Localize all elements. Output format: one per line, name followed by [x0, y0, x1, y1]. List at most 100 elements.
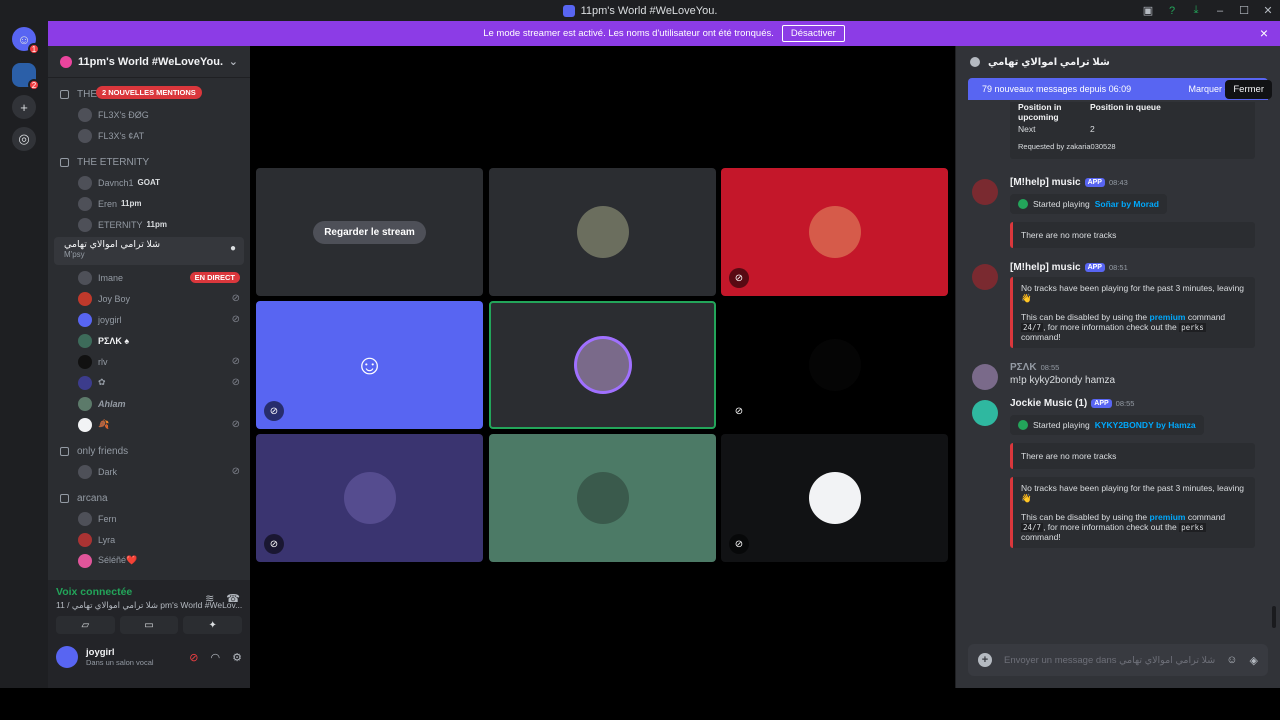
- playing-embed: Started playing Soñar by Morad: [1010, 194, 1167, 214]
- embed-text: command: [1187, 312, 1226, 322]
- embed-card: No tracks have been playing for the past…: [1010, 277, 1255, 348]
- gamepad-icon[interactable]: ◈: [1250, 654, 1258, 667]
- code-inline: 24/7: [1021, 523, 1044, 532]
- list-item[interactable]: PΣΛK ♠: [48, 330, 250, 351]
- list-item[interactable]: joygirl ⊘: [48, 309, 250, 330]
- track-link[interactable]: KYKY2BONDY by Hamza: [1095, 420, 1196, 430]
- voice-channel-sub: M'psy: [64, 250, 85, 259]
- list-item[interactable]: Dark ⊘: [48, 461, 250, 482]
- mute-icon: ⊘: [729, 534, 749, 554]
- home-button[interactable]: ☺ 1: [12, 27, 40, 55]
- list-item[interactable]: Séléñé❤️: [48, 550, 250, 571]
- avatar[interactable]: [972, 364, 998, 390]
- disconnect-icon[interactable]: ☎: [226, 592, 240, 605]
- close-icon[interactable]: ×: [1260, 25, 1268, 41]
- chat-icon[interactable]: ●: [230, 243, 236, 254]
- gear-icon[interactable]: ⚙: [232, 651, 242, 664]
- list-item[interactable]: Eren 11pm: [48, 193, 250, 214]
- list-item[interactable]: Joy Boy ⊘: [48, 288, 250, 309]
- composer-placeholder[interactable]: Envoyer un message dans شلا ترامي اموالا…: [1004, 655, 1215, 666]
- mute-icon: ⊘: [231, 356, 240, 367]
- disable-button[interactable]: Désactiver: [781, 25, 845, 42]
- maximize-button[interactable]: ☐: [1232, 4, 1256, 17]
- premium-link[interactable]: premium: [1150, 512, 1186, 522]
- close-window-button[interactable]: ✕: [1256, 4, 1280, 17]
- help-icon[interactable]: ?: [1160, 5, 1184, 17]
- scrollbar[interactable]: [1272, 606, 1276, 628]
- camera-button[interactable]: ▱: [56, 616, 115, 634]
- avatar[interactable]: [56, 646, 78, 668]
- add-attachment-icon[interactable]: +: [978, 653, 992, 667]
- minimize-button[interactable]: –: [1208, 5, 1232, 17]
- participant-tile-speaking[interactable]: [489, 301, 716, 429]
- lock-icon: [60, 157, 69, 167]
- server-button[interactable]: 2: [12, 63, 40, 91]
- list-item[interactable]: Davnch1 GOAT: [48, 172, 250, 193]
- participant-tile[interactable]: ⊘: [721, 168, 948, 296]
- list-item[interactable]: Ahlam: [48, 393, 250, 414]
- screen-share-button[interactable]: ▭: [119, 616, 179, 634]
- mentions-badge[interactable]: 2 NOUVELLES MENTIONS: [96, 86, 202, 99]
- participant-tile[interactable]: [489, 168, 716, 296]
- banner-text: Le mode streamer est activé. Les noms d'…: [483, 28, 774, 39]
- embed-text: There are no more tracks: [1021, 451, 1117, 461]
- message-text: m!p kyky2bondy hamza: [1010, 375, 1116, 386]
- user-name: PΣΛK ♠: [98, 335, 130, 346]
- participant-tile[interactable]: ☺ ⊘: [256, 301, 483, 429]
- add-server-icon[interactable]: +: [12, 95, 36, 119]
- server-badge: 2: [28, 79, 40, 91]
- guild-header[interactable]: 11pm's World #WeLoveYou. ⌄: [48, 46, 250, 78]
- watch-stream-button[interactable]: Regarder le stream: [313, 220, 426, 244]
- author-name[interactable]: Jockie Music (1): [1010, 398, 1087, 409]
- avatar[interactable]: [972, 179, 998, 205]
- avatar[interactable]: [972, 264, 998, 290]
- voice-text-chat: شلا ترامي اموالاي تهامي 79 nouveaux mess…: [955, 46, 1280, 688]
- download-icon[interactable]: ⤓: [1184, 4, 1208, 17]
- inbox-icon[interactable]: ▣: [1136, 4, 1160, 17]
- participant-tile[interactable]: [489, 434, 716, 562]
- author-name[interactable]: [M!help] music: [1010, 262, 1081, 273]
- activity-button[interactable]: ✦: [183, 616, 243, 634]
- headphones-icon[interactable]: ◠: [211, 651, 221, 664]
- embed-text: , for more information check out the: [1043, 522, 1177, 532]
- avatar: [808, 472, 861, 524]
- list-item[interactable]: FL3X's ¢AT: [48, 125, 250, 146]
- queue-value: Next: [1018, 124, 1036, 134]
- list-item[interactable]: Imane EN DIRECT: [48, 267, 250, 288]
- mute-icon: ⊘: [729, 268, 749, 288]
- category-only-friends[interactable]: only friends: [48, 441, 250, 461]
- category-the-eternity[interactable]: THE ETERNITY: [48, 152, 250, 172]
- new-messages-bar[interactable]: 79 nouveaux messages depuis 06:09 Marque…: [968, 78, 1268, 100]
- embed-text: command!: [1021, 332, 1061, 342]
- participant-tile[interactable]: ⊘: [721, 434, 948, 562]
- stream-tile[interactable]: Regarder le stream: [256, 168, 483, 296]
- avatar[interactable]: [972, 400, 998, 426]
- participant-tile[interactable]: ⊘: [721, 301, 948, 429]
- emoji-icon[interactable]: ☺: [1226, 654, 1237, 666]
- queue-key: Position in upcoming: [1018, 102, 1062, 122]
- list-item[interactable]: Fern: [48, 508, 250, 529]
- timestamp: 08:55: [1115, 399, 1135, 408]
- list-item[interactable]: ETERNITY 11pm: [48, 214, 250, 235]
- list-item[interactable]: 🍂 ⊘: [48, 414, 250, 435]
- participant-tile[interactable]: ⊘: [256, 434, 483, 562]
- message-composer[interactable]: + Envoyer un message dans شلا ترامي اموا…: [968, 644, 1268, 676]
- list-item[interactable]: rlv ⊘: [48, 351, 250, 372]
- voice-channel-active[interactable]: شلا ترامي اموالاي تهامي M'psy ●: [54, 237, 244, 265]
- user-tag: GOAT: [137, 178, 161, 187]
- mute-icon[interactable]: ⊘: [189, 651, 198, 664]
- list-item[interactable]: ✿ ⊘: [48, 372, 250, 393]
- author-name[interactable]: PΣΛK: [1010, 362, 1037, 373]
- author-name[interactable]: [M!help] music: [1010, 177, 1081, 188]
- track-link[interactable]: Soñar by Morad: [1095, 199, 1159, 209]
- avatar: [78, 333, 92, 348]
- category-arcana[interactable]: arcana: [48, 488, 250, 508]
- chevron-down-icon[interactable]: ⌄: [229, 55, 238, 68]
- list-item[interactable]: Lyra: [48, 529, 250, 550]
- list-item[interactable]: FL3X's ÐØG: [48, 104, 250, 125]
- noise-suppression-icon[interactable]: ≋: [205, 592, 214, 605]
- avatar: [78, 375, 92, 390]
- embed-text: This can be disabled by using the: [1021, 512, 1148, 522]
- explore-icon[interactable]: ◎: [12, 127, 36, 151]
- premium-link[interactable]: premium: [1150, 312, 1186, 322]
